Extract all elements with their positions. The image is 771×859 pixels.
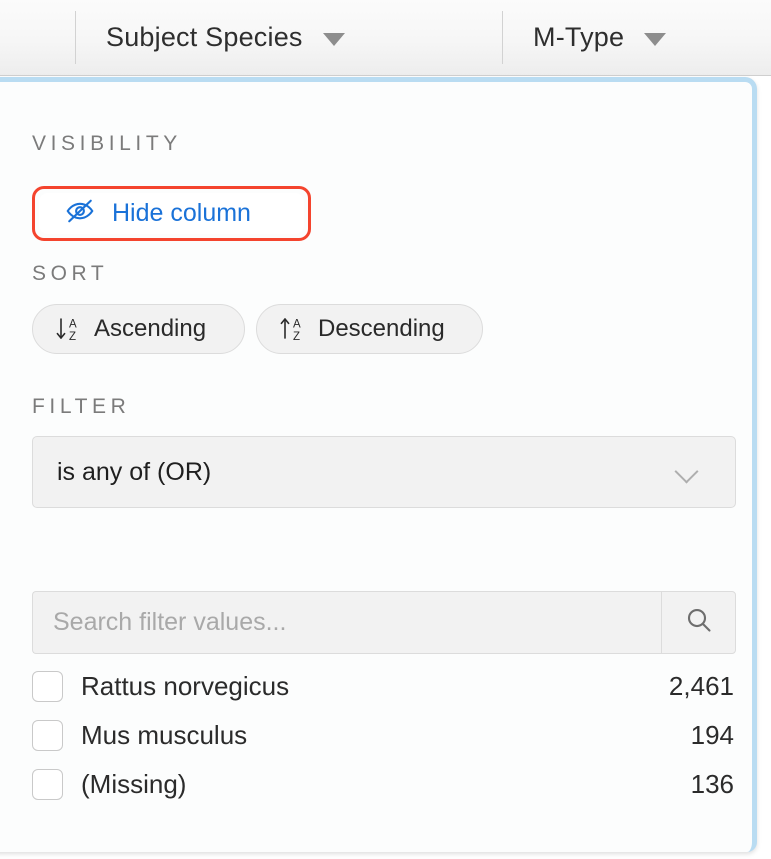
filter-operator-value: is any of (OR) [57,457,212,486]
column-header-subject-species[interactable]: Subject Species [75,0,345,75]
hide-column-button[interactable]: Hide column [39,193,304,234]
sort-alpha-up-icon: A Z [279,314,305,344]
section-label-visibility: VISIBILITY [32,132,182,155]
filter-value-count: 136 [690,769,734,799]
svg-text:A: A [293,319,301,331]
chevron-down-icon [675,459,701,485]
column-header-label: M-Type [533,22,625,52]
sort-descending-label: Descending [318,315,445,342]
column-header-label: Subject Species [106,22,303,52]
filter-value-checkbox[interactable] [32,720,63,751]
filter-search-row [32,591,736,654]
filter-value-label: (Missing) [81,769,187,799]
column-divider [75,11,76,64]
column-divider [502,11,503,64]
section-label-filter: FILTER [32,395,131,418]
column-header-m-type[interactable]: M-Type [502,0,667,75]
filter-value-checkbox[interactable] [32,769,63,800]
section-label-sort: SORT [32,262,109,285]
caret-down-icon[interactable] [644,32,667,46]
filter-value-count: 2,461 [668,671,734,701]
svg-text:Z: Z [293,331,300,343]
filter-value-checkbox[interactable] [32,671,63,702]
hide-column-label: Hide column [112,199,251,227]
svg-text:Z: Z [69,331,76,343]
sort-ascending-button[interactable]: A Z Ascending [32,304,245,354]
hide-column-highlight: Hide column [32,186,311,241]
column-menu-screen: Subject Species M-Type VISIBILITY Hide c… [0,0,771,859]
filter-search-button[interactable] [661,591,736,654]
caret-down-icon[interactable] [322,32,345,46]
sort-descending-button[interactable]: A Z Descending [256,304,483,354]
search-icon [684,605,714,640]
filter-operator-select[interactable]: is any of (OR) [32,436,736,508]
column-options-panel: VISIBILITY Hide column SORT A Z Ascendin… [0,77,757,852]
panel-content: VISIBILITY Hide column SORT A Z Ascendin… [0,82,752,852]
list-item[interactable]: (Missing) 136 [32,760,736,809]
svg-text:A: A [69,319,77,331]
filter-search-input[interactable] [32,591,661,654]
sort-ascending-label: Ascending [94,315,207,342]
list-item[interactable]: Mus musculus 194 [32,711,736,760]
sort-alpha-down-icon: A Z [55,314,81,344]
filter-value-label: Mus musculus [81,720,248,750]
eye-slash-icon [65,196,95,231]
filter-value-list: Rattus norvegicus 2,461 Mus musculus 194… [32,662,736,809]
filter-value-label: Rattus norvegicus [81,671,290,701]
table-header-bar: Subject Species M-Type [0,0,771,76]
list-item[interactable]: Rattus norvegicus 2,461 [32,662,736,711]
filter-value-count: 194 [690,720,734,750]
